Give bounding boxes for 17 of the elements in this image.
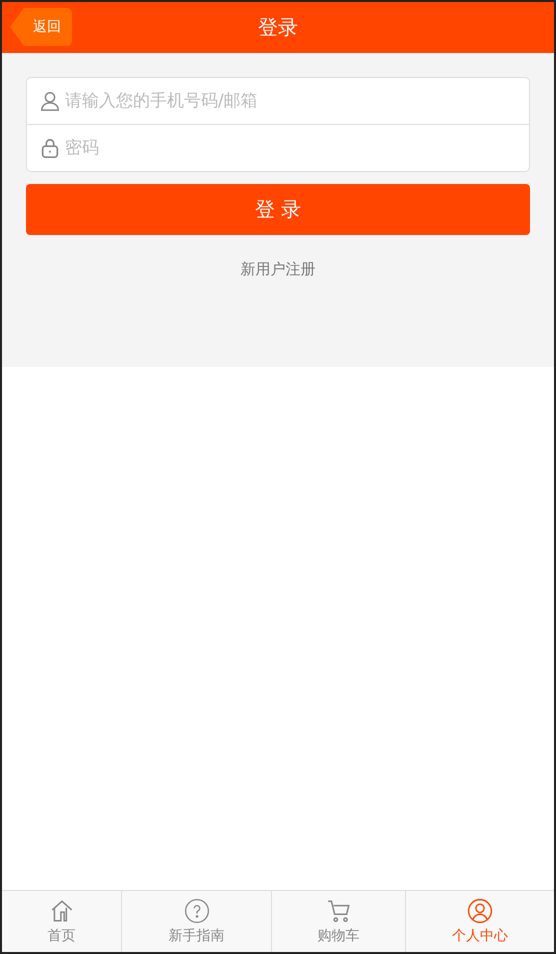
tab-item[interactable]: 购物车 — [271, 891, 405, 952]
cart-icon — [326, 898, 352, 924]
account-field[interactable]: 请输入您的手机号码/邮箱 — [26, 77, 530, 125]
help-icon — [184, 898, 210, 924]
tab-item[interactable]: 个人中心 — [405, 891, 554, 952]
tab-item[interactable]: 首页 — [2, 891, 121, 952]
user-icon — [39, 90, 61, 112]
password-field[interactable]: 密码 — [26, 125, 530, 172]
lock-icon — [39, 137, 61, 159]
tab-item[interactable]: 新手指南 — [121, 891, 271, 952]
back-button[interactable]: 返回 — [10, 8, 72, 46]
account-input[interactable]: 请输入您的手机号码/邮箱 — [65, 86, 529, 116]
page-title: 登录 — [258, 14, 298, 41]
login-button[interactable]: 登 录 — [26, 184, 530, 235]
register-link[interactable]: 新用户注册 — [240, 260, 316, 279]
password-input[interactable]: 密码 — [65, 133, 529, 163]
profile-icon — [467, 898, 493, 924]
